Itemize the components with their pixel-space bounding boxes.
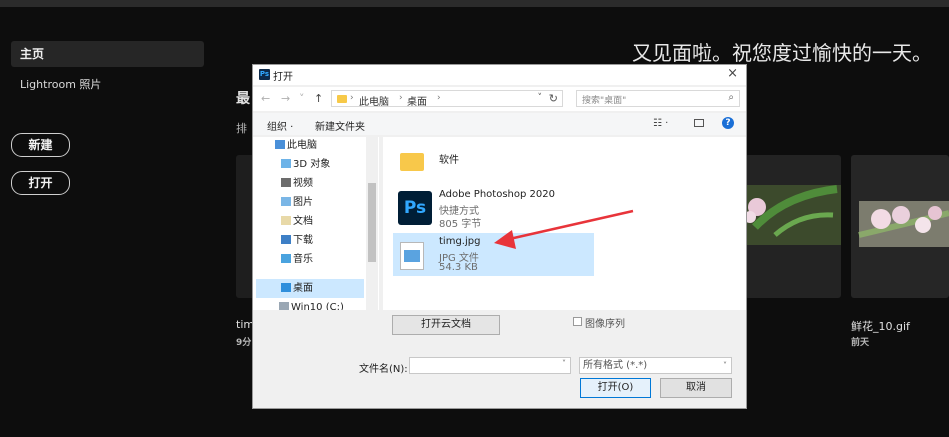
annotation-arrow-icon [494,209,634,249]
